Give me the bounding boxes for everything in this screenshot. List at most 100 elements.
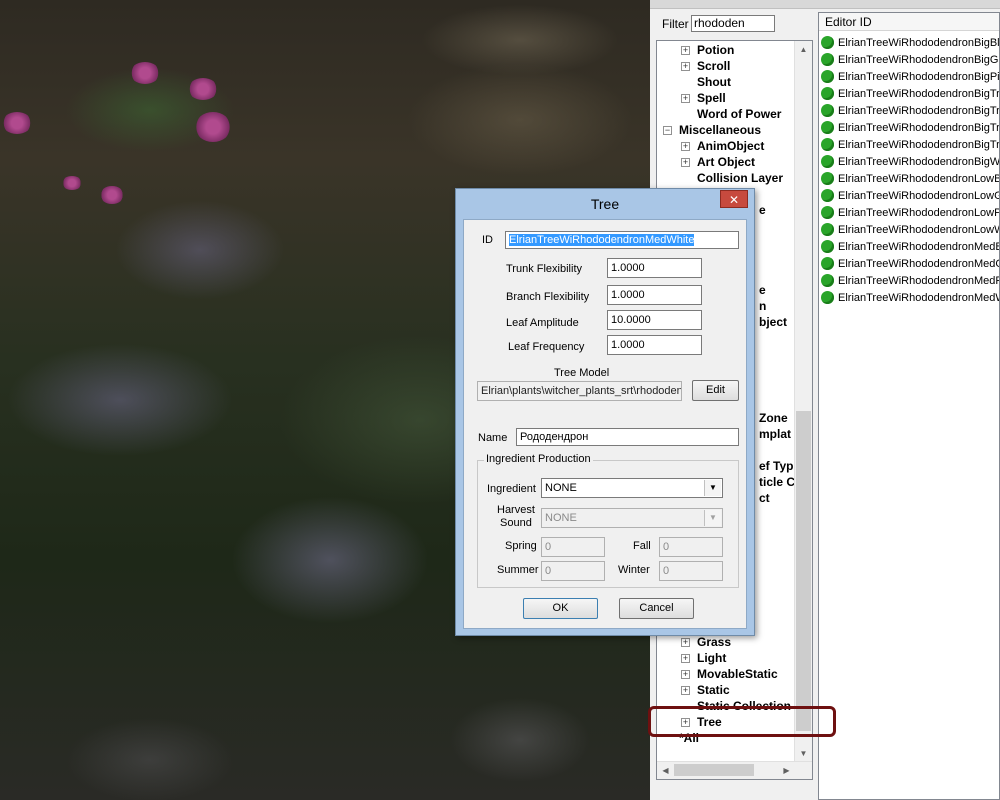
tree-horizontal-scrollbar[interactable]: ◀ ▶	[657, 761, 812, 779]
list-item[interactable]: ElrianTreeWiRhododendronMedGreen	[821, 256, 999, 273]
tree-item-animobject[interactable]: + AnimObject	[681, 138, 764, 154]
tree-item-partial[interactable]: e	[759, 282, 766, 298]
list-item-label: ElrianTreeWiRhododendronMedWhite	[838, 292, 999, 304]
tree-item-grass[interactable]: + Grass	[681, 634, 731, 650]
name-field[interactable]: Рододендрон	[516, 428, 739, 446]
tree-item-word-of-power[interactable]: Word of Power	[697, 106, 781, 122]
tree-item-partial[interactable]: Zone	[759, 410, 788, 426]
tree-item-partial[interactable]: ef Typ	[759, 458, 793, 474]
flower-decoration	[188, 78, 218, 100]
tree-object-icon	[821, 137, 834, 151]
trunk-flexibility-field[interactable]: 1.0000	[607, 258, 702, 278]
expand-icon[interactable]: +	[681, 654, 690, 663]
tree-item-partial[interactable]: n	[759, 298, 766, 314]
tree-dialog: Tree ✕ ID ElrianTreeWiRhododendronMedWhi…	[455, 188, 755, 636]
tree-item-partial[interactable]: bject	[759, 314, 787, 330]
cancel-button[interactable]: Cancel	[619, 598, 694, 619]
id-field[interactable]: ElrianTreeWiRhododendronMedWhite	[505, 231, 739, 249]
tree-object-icon	[821, 69, 834, 83]
tree-item-partial[interactable]: ticle C	[759, 474, 795, 490]
tree-vertical-scrollbar[interactable]: ▲ ▼	[794, 41, 812, 762]
expand-icon[interactable]: +	[681, 158, 690, 167]
tree-item-shout[interactable]: Shout	[697, 74, 731, 90]
list-item[interactable]: ElrianTreeWiRhododendronLowWhite	[821, 222, 999, 239]
list-item[interactable]: ElrianTreeWiRhododendronLowGreen	[821, 188, 999, 205]
tree-item-miscellaneous[interactable]: − Miscellaneous	[663, 122, 761, 138]
expand-icon[interactable]: +	[681, 142, 690, 151]
column-header-editor-id[interactable]: Editor ID	[819, 13, 999, 31]
tree-item-art-object[interactable]: + Art Object	[681, 154, 755, 170]
scroll-thumb[interactable]	[796, 411, 811, 731]
ingredient-label: Ingredient	[487, 483, 536, 495]
tree-object-icon	[821, 188, 834, 202]
tree-object-icon	[821, 154, 834, 168]
tree-item-light[interactable]: + Light	[681, 650, 726, 666]
expand-icon[interactable]: +	[681, 686, 690, 695]
tree-item-spell[interactable]: + Spell	[681, 90, 726, 106]
expand-icon[interactable]: +	[681, 46, 690, 55]
scroll-down-icon[interactable]: ▼	[795, 745, 812, 762]
tree-item-partial[interactable]: ct	[759, 490, 770, 506]
summer-label: Summer	[497, 564, 539, 576]
list-item[interactable]: ElrianTreeWiRhododendronBigTrunk	[821, 86, 1000, 103]
expand-icon[interactable]: +	[681, 638, 690, 647]
scroll-thumb[interactable]	[674, 764, 754, 776]
filter-input[interactable]: rhododen	[691, 15, 775, 32]
summer-field: 0	[541, 561, 605, 581]
list-item[interactable]: ElrianTreeWiRhododendronBigPink	[821, 69, 1000, 86]
leaf-frequency-field[interactable]: 1.0000	[607, 335, 702, 355]
tree-item-potion[interactable]: + Potion	[681, 42, 734, 58]
branch-flexibility-field[interactable]: 1.0000	[607, 285, 702, 305]
object-list[interactable]: Editor ID ElrianTreeWiRhododendronBigBlu…	[818, 12, 1000, 800]
list-item-label: ElrianTreeWiRhododendronBigTrunk	[838, 122, 1000, 134]
list-item[interactable]: ElrianTreeWiRhododendronBigTrunk	[821, 137, 999, 154]
tree-model-label: Tree Model	[554, 367, 610, 379]
filter-label: Filter	[662, 17, 689, 31]
scroll-right-icon[interactable]: ▶	[778, 762, 795, 779]
scroll-up-icon[interactable]: ▲	[795, 41, 812, 58]
tree-item-movablestatic[interactable]: + MovableStatic	[681, 666, 778, 682]
flower-decoration	[62, 176, 82, 190]
ok-button[interactable]: OK	[523, 598, 598, 619]
close-button[interactable]: ✕	[720, 190, 748, 208]
list-item[interactable]: ElrianTreeWiRhododendronBigWhite	[821, 154, 1000, 171]
list-item[interactable]: ElrianTreeWiRhododendronLowBlue	[821, 171, 999, 188]
expand-icon[interactable]: +	[681, 94, 690, 103]
list-item[interactable]: ElrianTreeWiRhododendronBigGreen	[821, 52, 999, 69]
list-item-label: ElrianTreeWiRhododendronBigWhite	[838, 156, 1000, 168]
spring-label: Spring	[505, 540, 537, 552]
branch-flexibility-label: Branch Flexibility	[506, 291, 590, 303]
collapse-icon[interactable]: −	[663, 126, 672, 135]
list-item[interactable]: ElrianTreeWiRhododendronLowPink	[821, 205, 999, 222]
list-item[interactable]: ElrianTreeWiRhododendronBigBlue	[821, 35, 999, 52]
dialog-title: Tree	[590, 196, 620, 212]
expand-icon[interactable]: +	[681, 670, 690, 679]
trunk-flexibility-label: Trunk Flexibility	[506, 263, 582, 275]
tree-object-icon	[821, 222, 834, 236]
list-item[interactable]: ElrianTreeWiRhododendronBigTrunk	[821, 103, 1000, 120]
list-item[interactable]: ElrianTreeWiRhododendronMedWhite	[821, 290, 999, 307]
leaf-amplitude-field[interactable]: 10.0000	[607, 310, 702, 330]
list-item-label: ElrianTreeWiRhododendronBigPink	[838, 71, 1000, 83]
list-item-label: ElrianTreeWiRhododendronBigTrunk	[838, 105, 1000, 117]
list-item-label: ElrianTreeWiRhododendronBigTrunk	[838, 88, 1000, 100]
edit-button[interactable]: Edit	[692, 380, 739, 401]
leaf-frequency-label: Leaf Frequency	[508, 341, 585, 353]
tree-object-icon	[821, 52, 834, 66]
tree-item-scroll[interactable]: + Scroll	[681, 58, 730, 74]
tree-item-static[interactable]: + Static	[681, 682, 730, 698]
list-item[interactable]: ElrianTreeWiRhododendronMedBlue	[821, 239, 999, 256]
chevron-down-icon[interactable]: ▼	[704, 480, 721, 496]
id-label: ID	[482, 234, 493, 246]
tree-object-icon	[821, 171, 834, 185]
ingredient-select[interactable]: NONE ▼	[541, 478, 723, 498]
scroll-left-icon[interactable]: ◀	[657, 762, 674, 779]
tree-item-partial[interactable]: e	[759, 202, 766, 218]
winter-field: 0	[659, 561, 723, 581]
tree-item-partial[interactable]: mplat	[759, 426, 791, 442]
list-item[interactable]: ElrianTreeWiRhododendronBigTrunk	[821, 120, 1000, 137]
expand-icon[interactable]: +	[681, 62, 690, 71]
list-item[interactable]: ElrianTreeWiRhododendronMedPink	[821, 273, 999, 290]
tree-item-collision-layer[interactable]: Collision Layer	[697, 170, 783, 186]
harvest-sound-label: Harvest Sound	[497, 504, 535, 529]
